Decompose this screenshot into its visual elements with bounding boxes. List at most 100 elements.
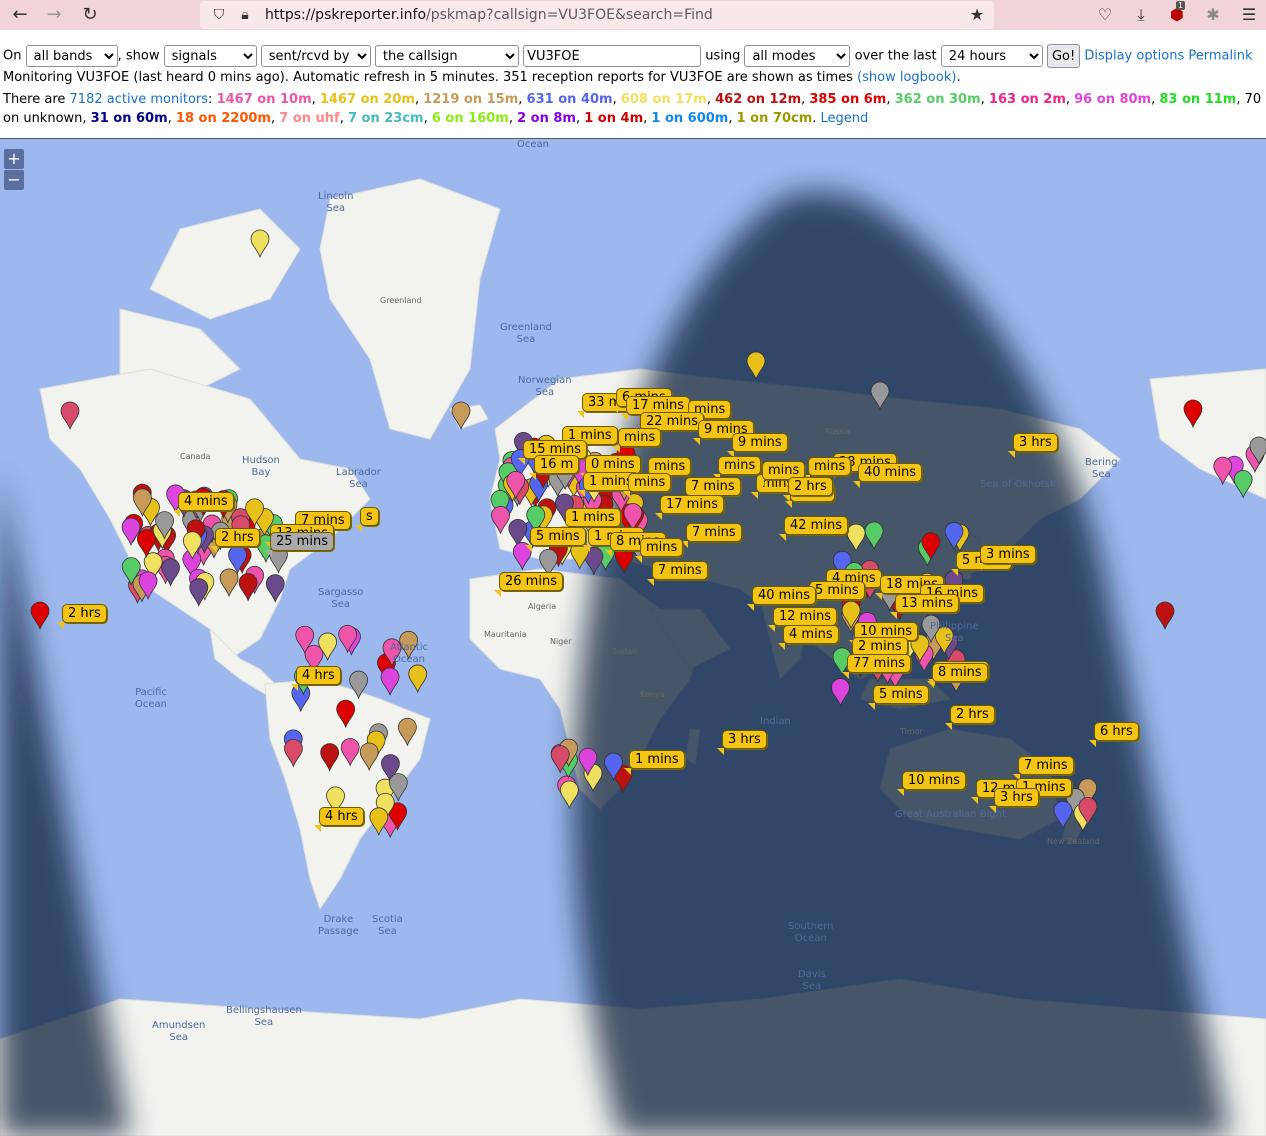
- report-time-label[interactable]: 7 mins: [652, 561, 708, 580]
- band-count: 631 on 40m: [527, 92, 613, 107]
- report-time-label[interactable]: 12 mins: [773, 607, 837, 626]
- report-time-label[interactable]: mins: [808, 457, 851, 476]
- band-separator: ,: [168, 111, 176, 126]
- report-time-label[interactable]: 5 mins: [873, 685, 929, 704]
- report-time-label[interactable]: mins: [628, 473, 671, 492]
- callsign-input[interactable]: [523, 45, 701, 67]
- shield-icon[interactable]: ⛉: [208, 4, 230, 26]
- report-time-label[interactable]: 4 hrs: [319, 807, 364, 826]
- station-pin[interactable]: [1234, 471, 1252, 498]
- report-time-label[interactable]: 7 mins: [686, 523, 742, 542]
- go-button[interactable]: Go!: [1047, 44, 1080, 68]
- report-time-label[interactable]: mins: [618, 428, 661, 447]
- map-label-philippine-sea: PhilippineSea: [930, 621, 979, 645]
- reload-icon[interactable]: ↻: [78, 3, 102, 27]
- downloads-icon[interactable]: ⤓: [1130, 4, 1152, 26]
- report-time-label[interactable]: 2 hrs: [62, 604, 107, 623]
- target-select[interactable]: the callsign: [375, 45, 519, 67]
- map-canvas: [0, 139, 1266, 1136]
- report-time-label[interactable]: mins: [640, 538, 683, 557]
- url-domain: https://pskreporter.info: [265, 7, 426, 23]
- world-map[interactable]: + − OceanLincolnSeaGreenlandGreenlandSea…: [0, 138, 1266, 1136]
- map-label-new-zealand: New Zealand: [1047, 836, 1100, 848]
- report-time-label[interactable]: 26 mins: [499, 572, 563, 591]
- station-pin[interactable]: [409, 665, 427, 692]
- band-separator: ,: [518, 92, 526, 107]
- report-time-label[interactable]: 40 mins: [752, 586, 816, 605]
- url-path: /pskmap?callsign=VU3FOE&search=Find: [426, 7, 713, 23]
- band-count: 362 on 30m: [895, 92, 981, 107]
- show-select[interactable]: signals: [164, 45, 257, 67]
- report-time-label[interactable]: 8 mins: [932, 663, 988, 682]
- pocket-icon[interactable]: ♡: [1094, 4, 1116, 26]
- monitoring-suffix: .: [956, 70, 960, 85]
- report-time-label[interactable]: 4 mins: [178, 492, 234, 511]
- back-icon[interactable]: ←: [8, 3, 32, 27]
- report-time-label[interactable]: 9 mins: [732, 433, 788, 452]
- on-label: On: [3, 49, 21, 64]
- zoom-in-button[interactable]: +: [4, 149, 24, 169]
- report-time-label[interactable]: 2 hrs: [215, 528, 260, 547]
- band-count: 163 on 2m: [989, 92, 1066, 107]
- active-monitors-link[interactable]: 7182 active monitors: [70, 92, 209, 107]
- band-separator: ,: [981, 92, 989, 107]
- display-options-link[interactable]: Display options: [1084, 49, 1184, 64]
- band-separator: ,: [340, 111, 348, 126]
- station-pin[interactable]: [31, 602, 49, 629]
- direction-select[interactable]: sent/rcvd by: [261, 45, 371, 67]
- url-bar[interactable]: ⛉ 🔒︎ https://pskreporter.info/pskmap?cal…: [200, 1, 994, 29]
- report-time-label[interactable]: 10 mins: [902, 771, 966, 790]
- band-count: 462 on 12m: [715, 92, 801, 107]
- report-time-label[interactable]: 40 mins: [858, 463, 922, 482]
- report-time-label[interactable]: 3 mins: [980, 545, 1036, 564]
- report-time-label[interactable]: 6 hrs: [1094, 722, 1139, 741]
- report-time-label[interactable]: 3 hrs: [994, 788, 1039, 807]
- map-label-drake-passage: DrakePassage: [318, 914, 359, 938]
- band-count: 6 on 160m: [432, 111, 509, 126]
- forward-icon[interactable]: →: [42, 3, 66, 27]
- band-count: 385 on 6m: [809, 92, 886, 107]
- map-label-hudson-bay: HudsonBay: [242, 455, 280, 479]
- station-pin[interactable]: [370, 808, 388, 835]
- band-select[interactable]: all bands: [26, 45, 118, 67]
- report-time-label[interactable]: 2 hrs: [950, 705, 995, 724]
- report-time-label[interactable]: 16 m: [534, 455, 579, 474]
- legend-link[interactable]: Legend: [821, 111, 869, 126]
- report-time-label[interactable]: 13 mins: [895, 594, 959, 613]
- extensions-icon[interactable]: ✱: [1202, 4, 1224, 26]
- report-time-label[interactable]: 17 mins: [660, 495, 724, 514]
- report-time-label[interactable]: mins: [718, 456, 761, 475]
- band-separator: ,: [576, 111, 584, 126]
- report-time-label[interactable]: 2 hrs: [788, 477, 833, 496]
- bookmark-star-icon[interactable]: ★: [966, 4, 988, 26]
- report-time-label[interactable]: 1 mins: [629, 750, 685, 769]
- show-logbook-link[interactable]: (show logbook): [857, 70, 956, 85]
- report-time-label[interactable]: 25 mins: [270, 532, 334, 551]
- period-select[interactable]: 24 hours: [941, 45, 1043, 67]
- report-time-label[interactable]: 7 mins: [685, 477, 741, 496]
- mode-select[interactable]: all modes: [744, 45, 850, 67]
- report-time-label[interactable]: 3 hrs: [1013, 433, 1058, 452]
- report-time-label[interactable]: 5 mins: [530, 527, 586, 546]
- report-time-label[interactable]: 42 mins: [784, 516, 848, 535]
- report-time-label[interactable]: 4 hrs: [296, 666, 341, 685]
- band-separator: ,: [1236, 92, 1244, 107]
- report-time-label[interactable]: 5 mins: [809, 581, 865, 600]
- permalink-link[interactable]: Permalink: [1188, 49, 1252, 64]
- station-pin[interactable]: [381, 668, 399, 695]
- report-time-label[interactable]: 1 mins: [565, 508, 621, 527]
- monitoring-text: Monitoring VU3FOE (last heard 0 mins ago…: [3, 70, 857, 85]
- lock-icon[interactable]: 🔒︎: [234, 4, 256, 26]
- station-pin[interactable]: [1156, 602, 1174, 629]
- map-label-niger: Niger: [550, 636, 572, 648]
- map-label-greenland: Greenland: [380, 295, 422, 307]
- report-time-label[interactable]: 3 hrs: [722, 730, 767, 749]
- zoom-out-button[interactable]: −: [4, 170, 24, 190]
- report-time-label[interactable]: 77 mins: [847, 654, 911, 673]
- band-separator: ,: [312, 92, 320, 107]
- report-time-label[interactable]: 4 mins: [783, 625, 839, 644]
- report-time-label[interactable]: 7 mins: [1018, 756, 1074, 775]
- band-separator: ,: [415, 92, 423, 107]
- report-time-label[interactable]: s: [360, 507, 379, 526]
- menu-icon[interactable]: ☰: [1238, 4, 1260, 26]
